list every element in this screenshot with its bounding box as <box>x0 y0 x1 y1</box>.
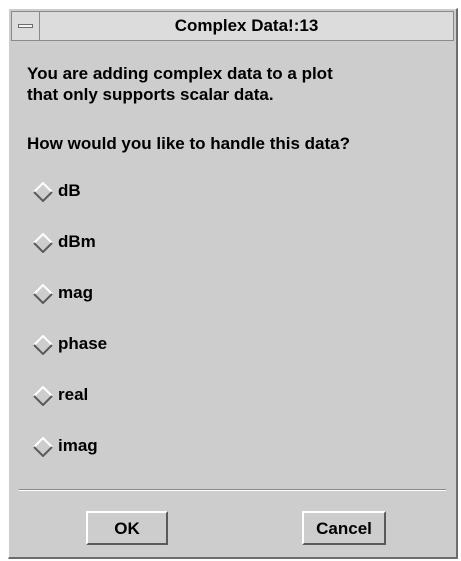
radio-diamond-icon[interactable] <box>33 386 53 406</box>
radio-label-phase[interactable]: phase <box>58 332 107 356</box>
radio-label-db[interactable]: dB <box>58 179 81 203</box>
title-bar[interactable]: Complex Data!:13 <box>11 11 454 41</box>
radio-diamond-icon[interactable] <box>33 182 53 202</box>
radio-diamond-icon[interactable] <box>33 437 53 457</box>
radio-label-imag[interactable]: imag <box>58 434 98 458</box>
ok-button[interactable]: OK <box>86 511 168 545</box>
message-line-2: that only supports scalar data. <box>27 85 274 104</box>
window-title: Complex Data!:13 <box>174 16 319 35</box>
dialog-question: How would you like to handle this data? <box>27 134 351 153</box>
radio-group: dB dBm mag phase real imag <box>33 179 107 485</box>
radio-diamond-icon[interactable] <box>33 335 53 355</box>
radio-label-dbm[interactable]: dBm <box>58 230 96 254</box>
cancel-button[interactable]: Cancel <box>302 511 386 545</box>
complex-data-dialog: Complex Data!:13 You are adding complex … <box>8 8 458 559</box>
radio-option-mag[interactable]: mag <box>33 281 107 332</box>
radio-option-db[interactable]: dB <box>33 179 107 230</box>
dialog-message: You are adding complex data to a plot th… <box>27 63 447 105</box>
radio-option-imag[interactable]: imag <box>33 434 107 485</box>
button-separator <box>19 489 446 491</box>
message-line-1: You are adding complex data to a plot <box>27 64 333 83</box>
radio-diamond-icon[interactable] <box>33 284 53 304</box>
window-menu-icon <box>18 24 33 28</box>
radio-option-dbm[interactable]: dBm <box>33 230 107 281</box>
radio-label-mag[interactable]: mag <box>58 281 93 305</box>
radio-option-phase[interactable]: phase <box>33 332 107 383</box>
radio-diamond-icon[interactable] <box>33 233 53 253</box>
radio-option-real[interactable]: real <box>33 383 107 434</box>
window-menu-button[interactable] <box>12 12 40 40</box>
radio-label-real[interactable]: real <box>58 383 88 407</box>
